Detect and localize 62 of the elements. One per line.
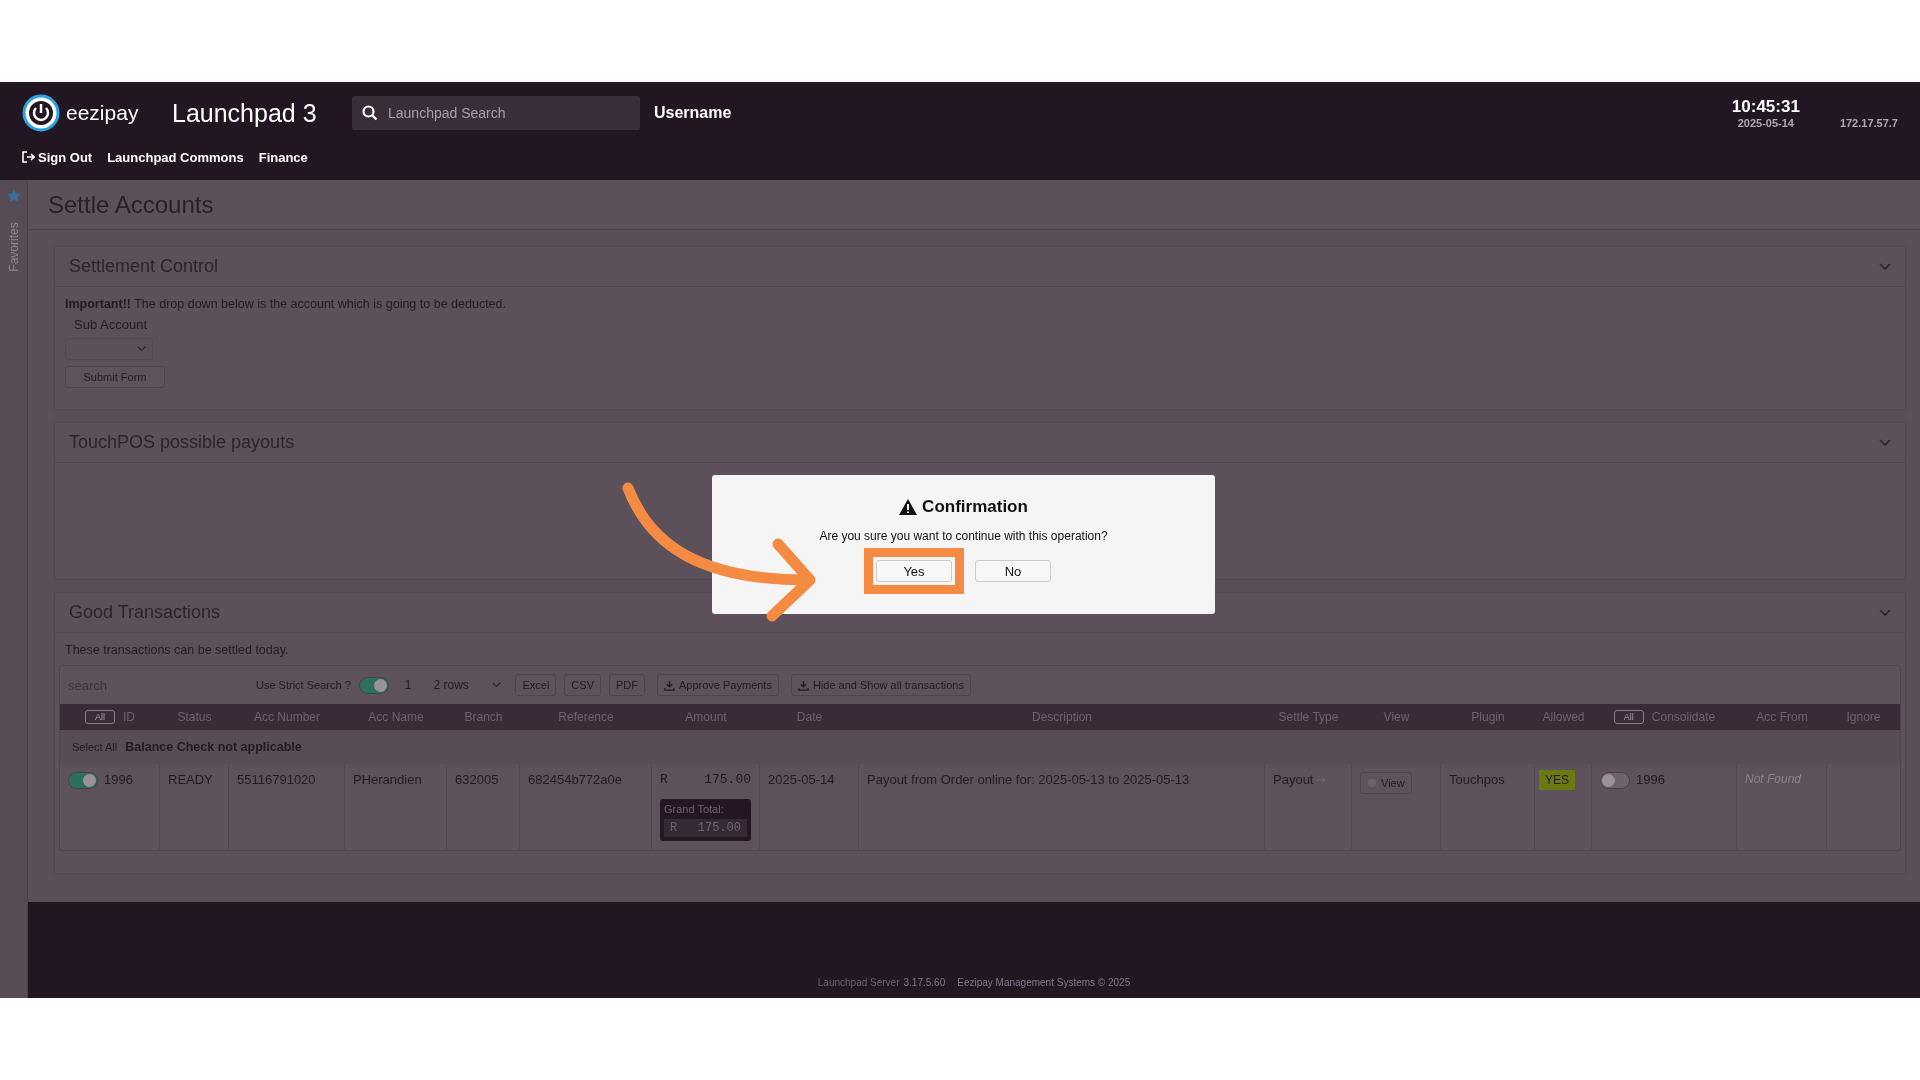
table-cell: 1996 (104, 772, 133, 787)
row-toggle[interactable] (68, 772, 98, 789)
clock-date: 2025-05-14 (1737, 117, 1794, 129)
search-icon (362, 105, 378, 121)
table-cell: 55116791020 (237, 772, 316, 787)
export-button[interactable]: PDF (609, 674, 645, 696)
consolidate-toggle[interactable] (1600, 772, 1630, 789)
ip-address: 172.17.57.7 (1839, 117, 1898, 129)
chevron-down-icon[interactable] (1879, 438, 1891, 447)
table-cell: 682454b772a0e (528, 772, 622, 787)
warning-icon (899, 499, 918, 515)
grand-total-value: 175.00 (697, 821, 741, 835)
nav-link[interactable]: Launchpad Commons (107, 149, 244, 165)
download-icon (797, 679, 809, 691)
table-cell: 175.00 (704, 772, 751, 787)
footer-version: 3.17.5.60 (903, 977, 946, 988)
table-cell: 1996 (1636, 772, 1665, 787)
currency-label: R (660, 772, 668, 787)
chevron-down-icon[interactable] (1879, 262, 1891, 271)
sign-out-icon (22, 151, 35, 163)
currency-label: R (670, 821, 678, 835)
action-button[interactable]: Approve Payments (657, 674, 779, 696)
footer-text: Launchpad Server (817, 977, 900, 988)
export-button[interactable]: Excel (515, 674, 557, 696)
footer-copyright: Eezipay Management Systems © 2025 (957, 977, 1131, 988)
table-cell: READY (168, 772, 213, 787)
table-cell: Touchpos (1449, 772, 1505, 787)
nav-link[interactable]: Finance (258, 149, 308, 165)
search-input[interactable]: Launchpad Search (386, 104, 626, 122)
table-cell: PHerandien (353, 772, 422, 787)
select-all-chip[interactable]: All (1613, 710, 1644, 724)
grand-total-label: Grand Total: (664, 803, 725, 815)
dialog-button[interactable]: No (975, 560, 1051, 582)
brand-name: eezipay (66, 101, 139, 125)
sign-out-link[interactable]: Sign Out (22, 149, 93, 165)
download-icon (664, 679, 675, 691)
page-number: 1 (404, 678, 412, 692)
submit-form-button[interactable]: Submit Form (65, 366, 165, 388)
dialog-button[interactable]: Yes (876, 560, 952, 582)
strict-search-toggle[interactable] (358, 676, 389, 694)
table-cell: Payout (1273, 772, 1314, 787)
app-title: Launchpad 3 (172, 98, 318, 128)
allowed-badge: YES (1539, 770, 1575, 790)
table-cell: 632005 (455, 772, 499, 787)
view-button[interactable]: View (1360, 772, 1412, 794)
clock-time: 10:45:31 (1731, 97, 1800, 117)
dialog-title: Confirmation (899, 497, 1028, 517)
search-field[interactable]: Launchpad Search (352, 96, 640, 130)
power-logo-icon (22, 94, 60, 132)
select-all-chip[interactable]: All (85, 710, 115, 724)
star-icon[interactable] (5, 188, 22, 204)
chevron-down-icon[interactable] (1879, 608, 1891, 617)
username: Username (654, 104, 732, 122)
rows-select[interactable]: 2 rows (427, 673, 508, 697)
chevron-down-icon (492, 682, 502, 688)
table-cell: 2025-05-14 (768, 772, 835, 787)
action-button[interactable]: Hide and Show all transactions (790, 674, 971, 696)
favorites-tab[interactable]: Favorites (6, 222, 21, 272)
sub-account-select[interactable] (65, 338, 153, 360)
export-button[interactable]: CSV (564, 674, 601, 696)
dialog-message: Are you sure you want to continue with this operation? (819, 529, 1108, 543)
chevron-down-icon (137, 346, 146, 352)
